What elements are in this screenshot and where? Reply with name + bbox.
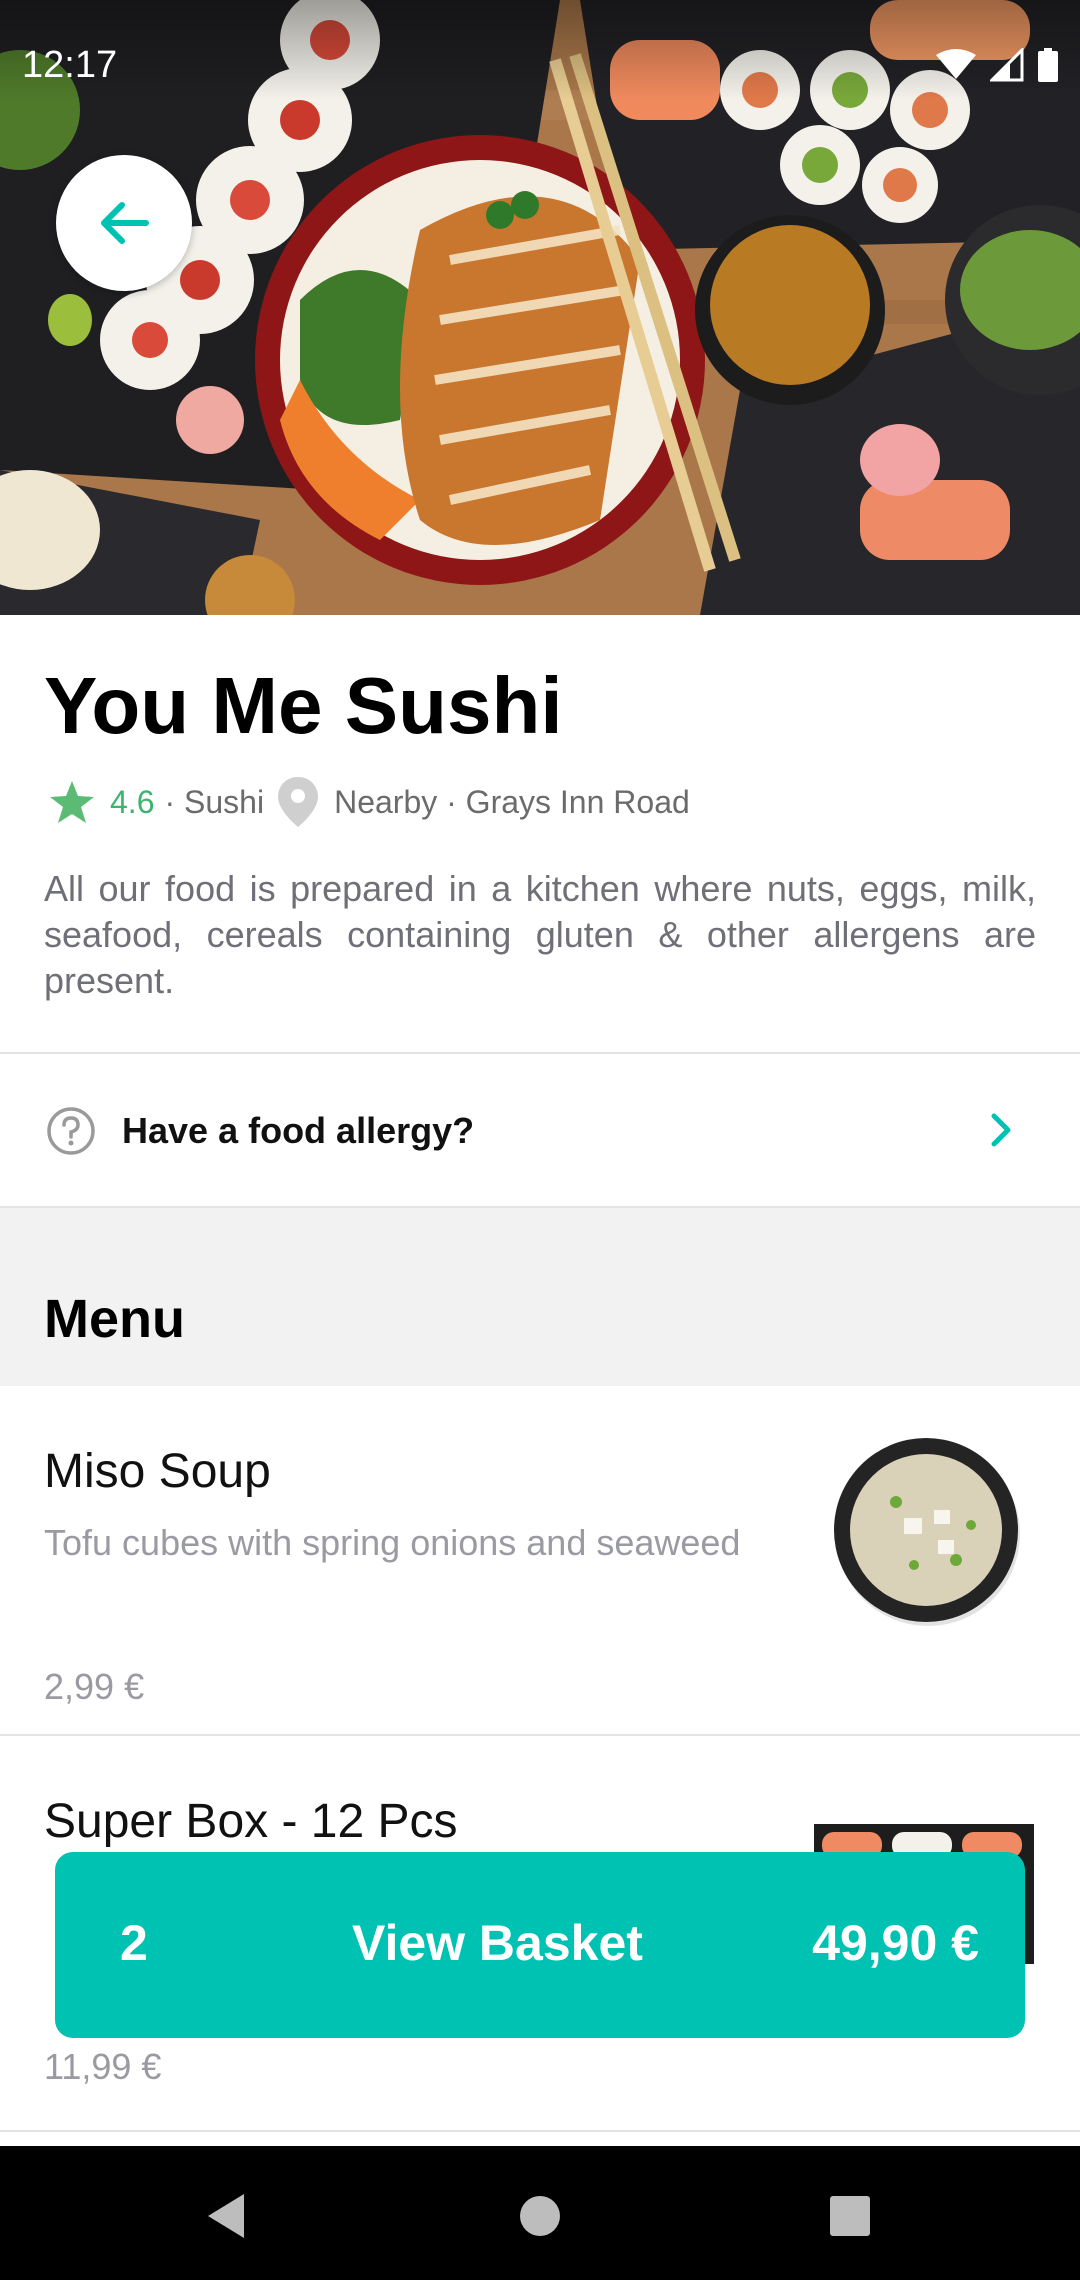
back-button[interactable] [56, 155, 192, 291]
nav-recents-button[interactable] [820, 2186, 880, 2246]
miso-soup-image [834, 1438, 1020, 1626]
status-icons [936, 48, 1058, 82]
hero-image: 12:17 [0, 0, 1080, 615]
menu-title: Menu [44, 1289, 185, 1349]
status-bar: 12:17 [0, 0, 1080, 100]
nav-home-button[interactable] [510, 2186, 570, 2246]
status-time: 12:17 [22, 44, 118, 86]
menu-item-price: 11,99 € [44, 2046, 162, 2087]
rating-value: 4.6 [110, 783, 155, 820]
menu-item-miso-soup[interactable]: Miso Soup Tofu cubes with spring onions … [0, 1386, 1080, 1736]
arrow-left-icon [101, 202, 149, 244]
food-allergy-label: Have a food allergy? [122, 1110, 475, 1151]
star-icon [50, 781, 94, 823]
nav-recents-icon [830, 2196, 870, 2236]
divider [0, 2130, 1080, 2132]
wifi-icon [936, 49, 976, 79]
question-circle-icon [47, 1107, 95, 1155]
restaurant-meta: 4.6 · Sushi Nearby · Grays Inn Road [48, 772, 690, 832]
menu-item-name: Super Box - 12 Pcs [44, 1795, 458, 1848]
menu-item-price: 2,99 € [44, 1666, 145, 1707]
system-nav-bar [0, 2146, 1080, 2280]
chevron-right-icon [991, 1113, 1011, 1147]
location-label: Nearby · Grays Inn Road [334, 783, 690, 820]
nav-back-button[interactable] [196, 2186, 256, 2246]
food-allergy-row[interactable]: Have a food allergy? [0, 1054, 1080, 1208]
signal-icon [990, 48, 1024, 82]
category-label: · Sushi [164, 783, 265, 820]
basket-count: 2 [120, 1915, 148, 1971]
basket-total: 49,90 € [812, 1915, 979, 1971]
menu-section-header: Menu [0, 1208, 1080, 1386]
view-basket-button[interactable]: 2 View Basket 49,90 € [55, 1852, 1025, 2038]
nav-home-icon [520, 2196, 560, 2236]
basket-label: View Basket [352, 1915, 643, 1971]
menu-item-name: Miso Soup [44, 1445, 271, 1498]
nav-back-icon [208, 2194, 244, 2238]
restaurant-name: You Me Sushi [44, 661, 563, 750]
restaurant-description: All our food is prepared in a kitchen wh… [44, 868, 1036, 1001]
location-pin-icon [278, 777, 319, 827]
menu-item-description: Tofu cubes with spring onions and seawee… [44, 1522, 741, 1563]
battery-icon [1038, 48, 1058, 82]
